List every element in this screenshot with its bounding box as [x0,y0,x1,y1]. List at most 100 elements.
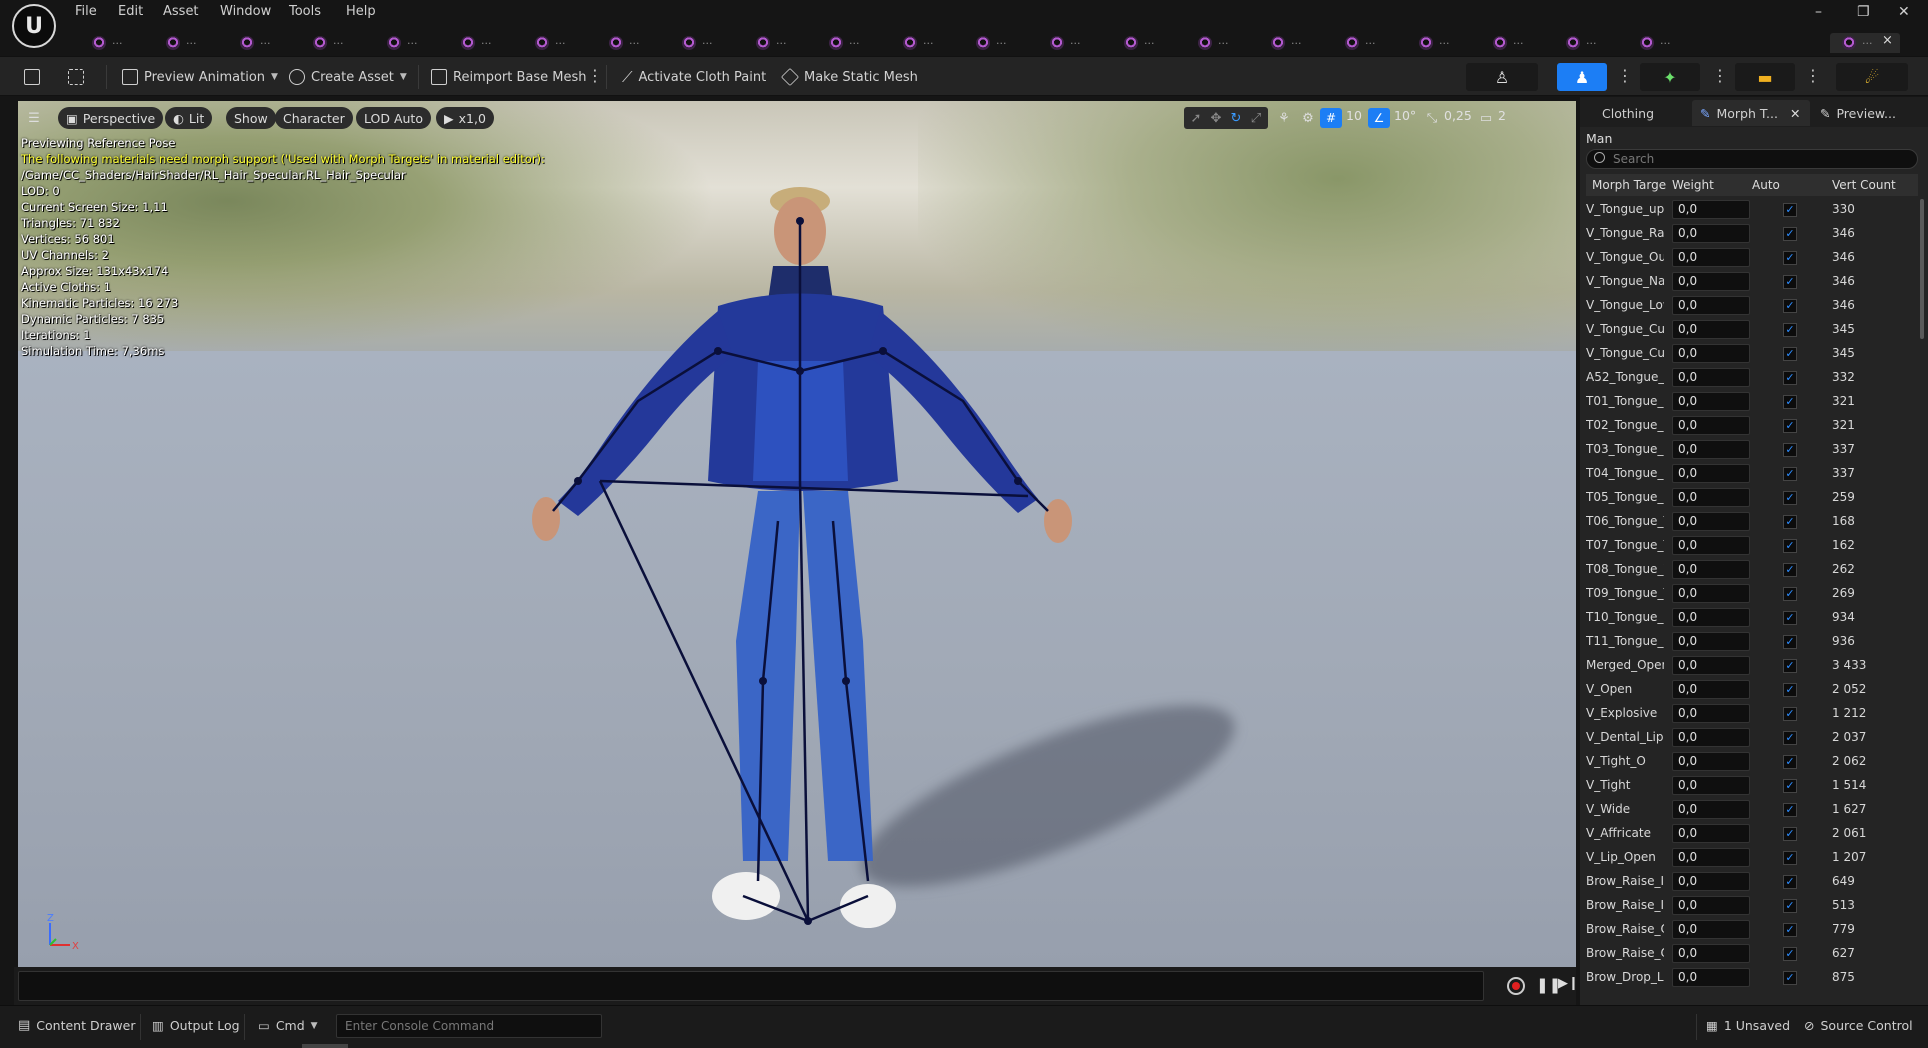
auto-checkbox[interactable]: ✓ [1783,563,1797,577]
viewport-options-icon[interactable]: ☰ [24,108,44,128]
auto-checkbox[interactable]: ✓ [1783,587,1797,601]
auto-checkbox[interactable]: ✓ [1783,203,1797,217]
auto-checkbox[interactable]: ✓ [1783,755,1797,769]
rotation-snap-toggle[interactable]: ∠ [1368,108,1390,128]
camera-speed-value[interactable]: 2 [1498,108,1506,123]
document-tab[interactable]: ... [72,33,132,53]
weight-input[interactable]: 0,0 [1672,752,1750,771]
document-tab[interactable]: ... [441,33,501,53]
morph-target-row[interactable]: V_Wide 0,0 ✓ 1 627 [1586,798,1918,822]
weight-input[interactable]: 0,0 [1672,848,1750,867]
activate-cloth-paint-button[interactable]: ⟋ Activate Cloth Paint [622,66,766,88]
morph-target-row[interactable]: V_Tongue_up 0,0 ✓ 330 [1586,198,1918,222]
tab-preview[interactable]: ✎ Preview... [1812,100,1904,126]
weight-input[interactable]: 0,0 [1672,368,1750,387]
auto-checkbox[interactable]: ✓ [1783,707,1797,721]
mesh-mode-button[interactable]: ♟ [1557,63,1607,91]
preview-animation-button[interactable]: Preview Animation ▼ [122,66,278,88]
morph-target-row[interactable]: Brow_Raise_Outer_R 0,0 ✓ 627 [1586,942,1918,966]
morph-target-row[interactable]: A52_Tongue_Out 0,0 ✓ 332 [1586,366,1918,390]
weight-input[interactable]: 0,0 [1672,632,1750,651]
show-button[interactable]: Show [226,107,276,129]
morph-target-row[interactable]: Brow_Raise_Inner_R 0,0 ✓ 513 [1586,894,1918,918]
morph-target-row[interactable]: T06_Tongue_Tip_Up 0,0 ✓ 168 [1586,510,1918,534]
auto-checkbox[interactable]: ✓ [1783,611,1797,625]
weight-input[interactable]: 0,0 [1672,344,1750,363]
document-tab[interactable]: ... [736,33,796,53]
document-tab[interactable]: ... [220,33,280,53]
auto-checkbox[interactable]: ✓ [1783,971,1797,985]
auto-checkbox[interactable]: ✓ [1783,899,1797,913]
morph-target-row[interactable]: V_Tongue_Curl_U 0,0 ✓ 345 [1586,318,1918,342]
weight-input[interactable]: 0,0 [1672,272,1750,291]
document-tab[interactable]: ... [367,33,427,53]
close-window-button[interactable]: ✕ [1898,4,1910,20]
weight-input[interactable]: 0,0 [1672,680,1750,699]
morph-target-row[interactable]: V_Dental_Lip 0,0 ✓ 2 037 [1586,726,1918,750]
auto-checkbox[interactable]: ✓ [1783,491,1797,505]
grid-snap-value[interactable]: 10 [1346,108,1362,123]
morph-target-row[interactable]: V_Affricate 0,0 ✓ 2 061 [1586,822,1918,846]
morph-target-row[interactable]: Brow_Raise_Inner_L 0,0 ✓ 649 [1586,870,1918,894]
record-button[interactable] [1507,977,1525,995]
weight-input[interactable]: 0,0 [1672,416,1750,435]
search-input[interactable]: Search [1586,149,1918,169]
auto-checkbox[interactable]: ✓ [1783,395,1797,409]
morph-target-row[interactable]: V_Tongue_Narrow 0,0 ✓ 346 [1586,270,1918,294]
weight-input[interactable]: 0,0 [1672,200,1750,219]
auto-checkbox[interactable]: ✓ [1783,371,1797,385]
auto-checkbox[interactable]: ✓ [1783,923,1797,937]
scale-snap-value[interactable]: 0,25 [1444,108,1472,123]
rotation-snap-value[interactable]: 10° [1394,108,1416,123]
weight-input[interactable]: 0,0 [1672,560,1750,579]
tab-morph-targets[interactable]: ✎ Morph T... ✕ [1692,100,1810,126]
blueprint-mode-button[interactable]: ▬ [1735,63,1795,91]
document-tab[interactable]: ... [589,33,649,53]
menu-file[interactable]: File [75,4,97,19]
column-auto[interactable]: Auto [1752,178,1780,192]
world-local-icon[interactable]: ⚘ [1274,108,1294,128]
auto-checkbox[interactable]: ✓ [1783,803,1797,817]
reimport-options-icon[interactable]: ⋮ [587,66,603,86]
rotate-tool-icon[interactable]: ↻ [1226,108,1246,128]
weight-input[interactable]: 0,0 [1672,872,1750,891]
morph-target-row[interactable]: T01_Tongue_Up 0,0 ✓ 321 [1586,390,1918,414]
camera-speed-icon[interactable]: ▭ [1476,108,1496,128]
menu-help[interactable]: Help [346,4,376,19]
play-speed-button[interactable]: ▶ x1,0 [436,107,494,129]
morph-target-row[interactable]: V_Explosive 0,0 ✓ 1 212 [1586,702,1918,726]
weight-input[interactable]: 0,0 [1672,296,1750,315]
column-weight[interactable]: Weight [1672,178,1714,192]
morph-target-row[interactable]: V_Tongue_Curl_D 0,0 ✓ 345 [1586,342,1918,366]
reimport-base-mesh-button[interactable]: Reimport Base Mesh [431,66,587,88]
auto-checkbox[interactable]: ✓ [1783,227,1797,241]
auto-checkbox[interactable]: ✓ [1783,635,1797,649]
animation-options-icon[interactable]: ⋮ [1712,66,1728,86]
weight-input[interactable]: 0,0 [1672,440,1750,459]
unreal-logo-icon[interactable]: U [12,4,56,48]
morph-target-row[interactable]: T05_Tongue_Roll 0,0 ✓ 259 [1586,486,1918,510]
weight-input[interactable]: 0,0 [1672,320,1750,339]
weight-input[interactable]: 0,0 [1672,800,1750,819]
grid-snap-toggle[interactable]: # [1320,108,1342,128]
panel-resize-handle[interactable] [302,1044,348,1048]
document-tab[interactable]: ... [1399,33,1459,53]
document-tab[interactable]: ... [1546,33,1606,53]
save-button[interactable] [24,66,40,88]
morph-target-row[interactable]: T09_Tongue_Thin 0,0 ✓ 269 [1586,582,1918,606]
physics-mode-button[interactable]: ☄ [1836,63,1908,91]
column-vert-count[interactable]: Vert Count [1832,178,1896,192]
minimize-button[interactable]: – [1815,4,1822,20]
auto-checkbox[interactable]: ✓ [1783,275,1797,289]
cmd-dropdown[interactable]: ▭ Cmd ▼ [258,1018,318,1033]
weight-input[interactable]: 0,0 [1672,488,1750,507]
weight-input[interactable]: 0,0 [1672,224,1750,243]
weight-input[interactable]: 0,0 [1672,248,1750,267]
auto-checkbox[interactable]: ✓ [1783,779,1797,793]
output-log-button[interactable]: ▥ Output Log [152,1018,240,1033]
lod-button[interactable]: LOD Auto [356,107,431,129]
skeleton-mode-button[interactable]: ♙ [1466,63,1538,91]
auto-checkbox[interactable]: ✓ [1783,299,1797,313]
auto-checkbox[interactable]: ✓ [1783,323,1797,337]
timeline-scrubber[interactable] [18,971,1484,1001]
